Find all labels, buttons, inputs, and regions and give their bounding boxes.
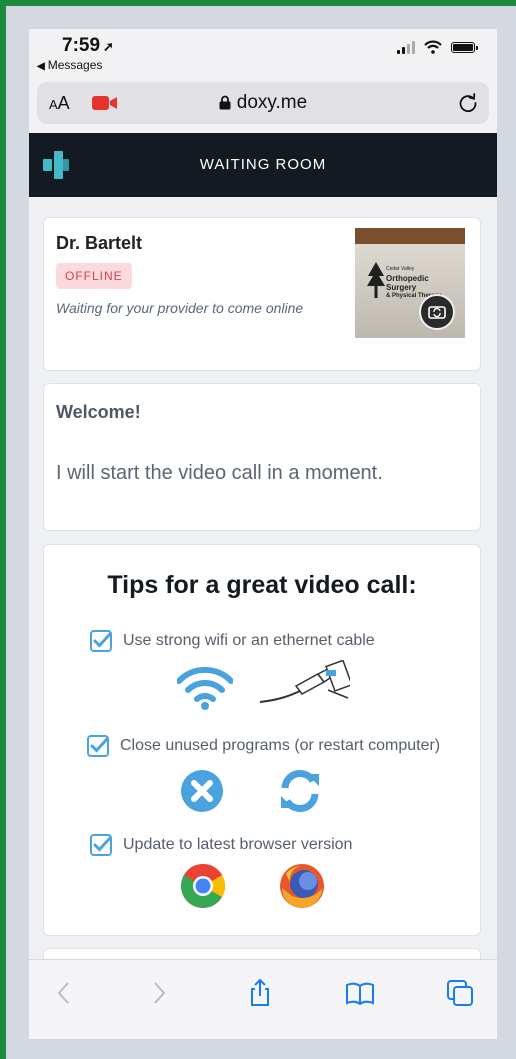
tip-wifi: Use strong wifi or an ethernet cable: [90, 630, 375, 652]
share-icon[interactable]: [245, 978, 275, 1008]
page-title: WAITING ROOM: [199, 156, 327, 173]
welcome-card: Welcome! I will start the video call in …: [43, 383, 481, 531]
clock-text: 7:59: [62, 35, 101, 56]
camera-preview: Cedar Valley Orthopedic Surgery & Physic…: [355, 228, 465, 338]
firefox-icon: [280, 864, 324, 908]
tip-browser: Update to latest browser version: [90, 834, 352, 856]
forward-arrow-icon[interactable]: [144, 978, 174, 1008]
provider-name: Dr. Bartelt: [56, 233, 143, 253]
status-icons: [397, 40, 478, 54]
tips-heading: Tips for a great video call:: [107, 571, 417, 599]
tip-label: Update to latest browser version: [123, 836, 353, 853]
app-header: WAITING ROOM: [29, 133, 497, 197]
domain-text: doxy.me: [236, 92, 308, 113]
checkbox-checked-icon: [90, 630, 112, 652]
back-arrow-icon[interactable]: [49, 978, 79, 1008]
wifi-icon: [177, 666, 233, 710]
phone-screen: 7:59 ➚ ◀ Messages AA doxy.me WAITING ROOM …: [29, 29, 497, 1039]
sign-line-1: Orthopedic: [386, 274, 429, 283]
tip-programs: Close unused programs (or restart comput…: [87, 735, 440, 757]
location-arrow-icon: ➚: [103, 39, 114, 54]
reload-icon[interactable]: [457, 92, 479, 114]
back-to-app-link[interactable]: ◀ Messages: [37, 58, 102, 72]
url-display[interactable]: doxy.me: [37, 92, 489, 114]
tip-label: Close unused programs (or restart comput…: [120, 737, 441, 754]
waiting-message: Waiting for your provider to come online: [56, 300, 304, 316]
back-label: Messages: [47, 58, 103, 72]
bookmarks-icon[interactable]: [345, 978, 375, 1008]
tabs-icon[interactable]: [445, 978, 475, 1008]
browser-bottom-bar: [29, 959, 497, 1039]
provider-card: Dr. Bartelt OFFLINE Waiting for your pro…: [43, 217, 481, 371]
cellular-signal-icon: [397, 40, 415, 54]
switch-camera-button[interactable]: [419, 294, 455, 330]
lock-icon: [219, 96, 231, 110]
welcome-heading: Welcome!: [56, 402, 141, 422]
tree-logo-icon: [367, 262, 385, 298]
clock: 7:59 ➚: [62, 35, 114, 57]
welcome-message: I will start the video call in a moment.: [56, 462, 383, 484]
back-triangle-icon: ◀: [37, 61, 45, 72]
close-circle-icon: [181, 770, 223, 812]
checkbox-checked-icon: [87, 735, 109, 757]
tips-card: Tips for a great video call: Use strong …: [43, 544, 481, 936]
battery-icon: [451, 41, 478, 53]
tip-label: Use strong wifi or an ethernet cable: [123, 632, 375, 649]
ethernet-cable-icon: [259, 660, 350, 703]
switch-camera-icon: [428, 306, 446, 319]
sign-small-text: Cedar Valley: [386, 266, 415, 272]
address-bar[interactable]: AA doxy.me: [37, 82, 489, 124]
sign-line-2: Surgery: [386, 283, 417, 292]
preview-ceiling: [355, 228, 465, 244]
status-bar: 7:59 ➚ ◀ Messages: [29, 29, 497, 79]
chrome-icon: [181, 864, 225, 908]
wifi-status-icon: [424, 40, 442, 54]
refresh-icon: [281, 769, 319, 813]
browser-toolbar: AA doxy.me: [29, 79, 497, 133]
status-badge: OFFLINE: [56, 263, 132, 289]
checkbox-checked-icon: [90, 834, 112, 856]
